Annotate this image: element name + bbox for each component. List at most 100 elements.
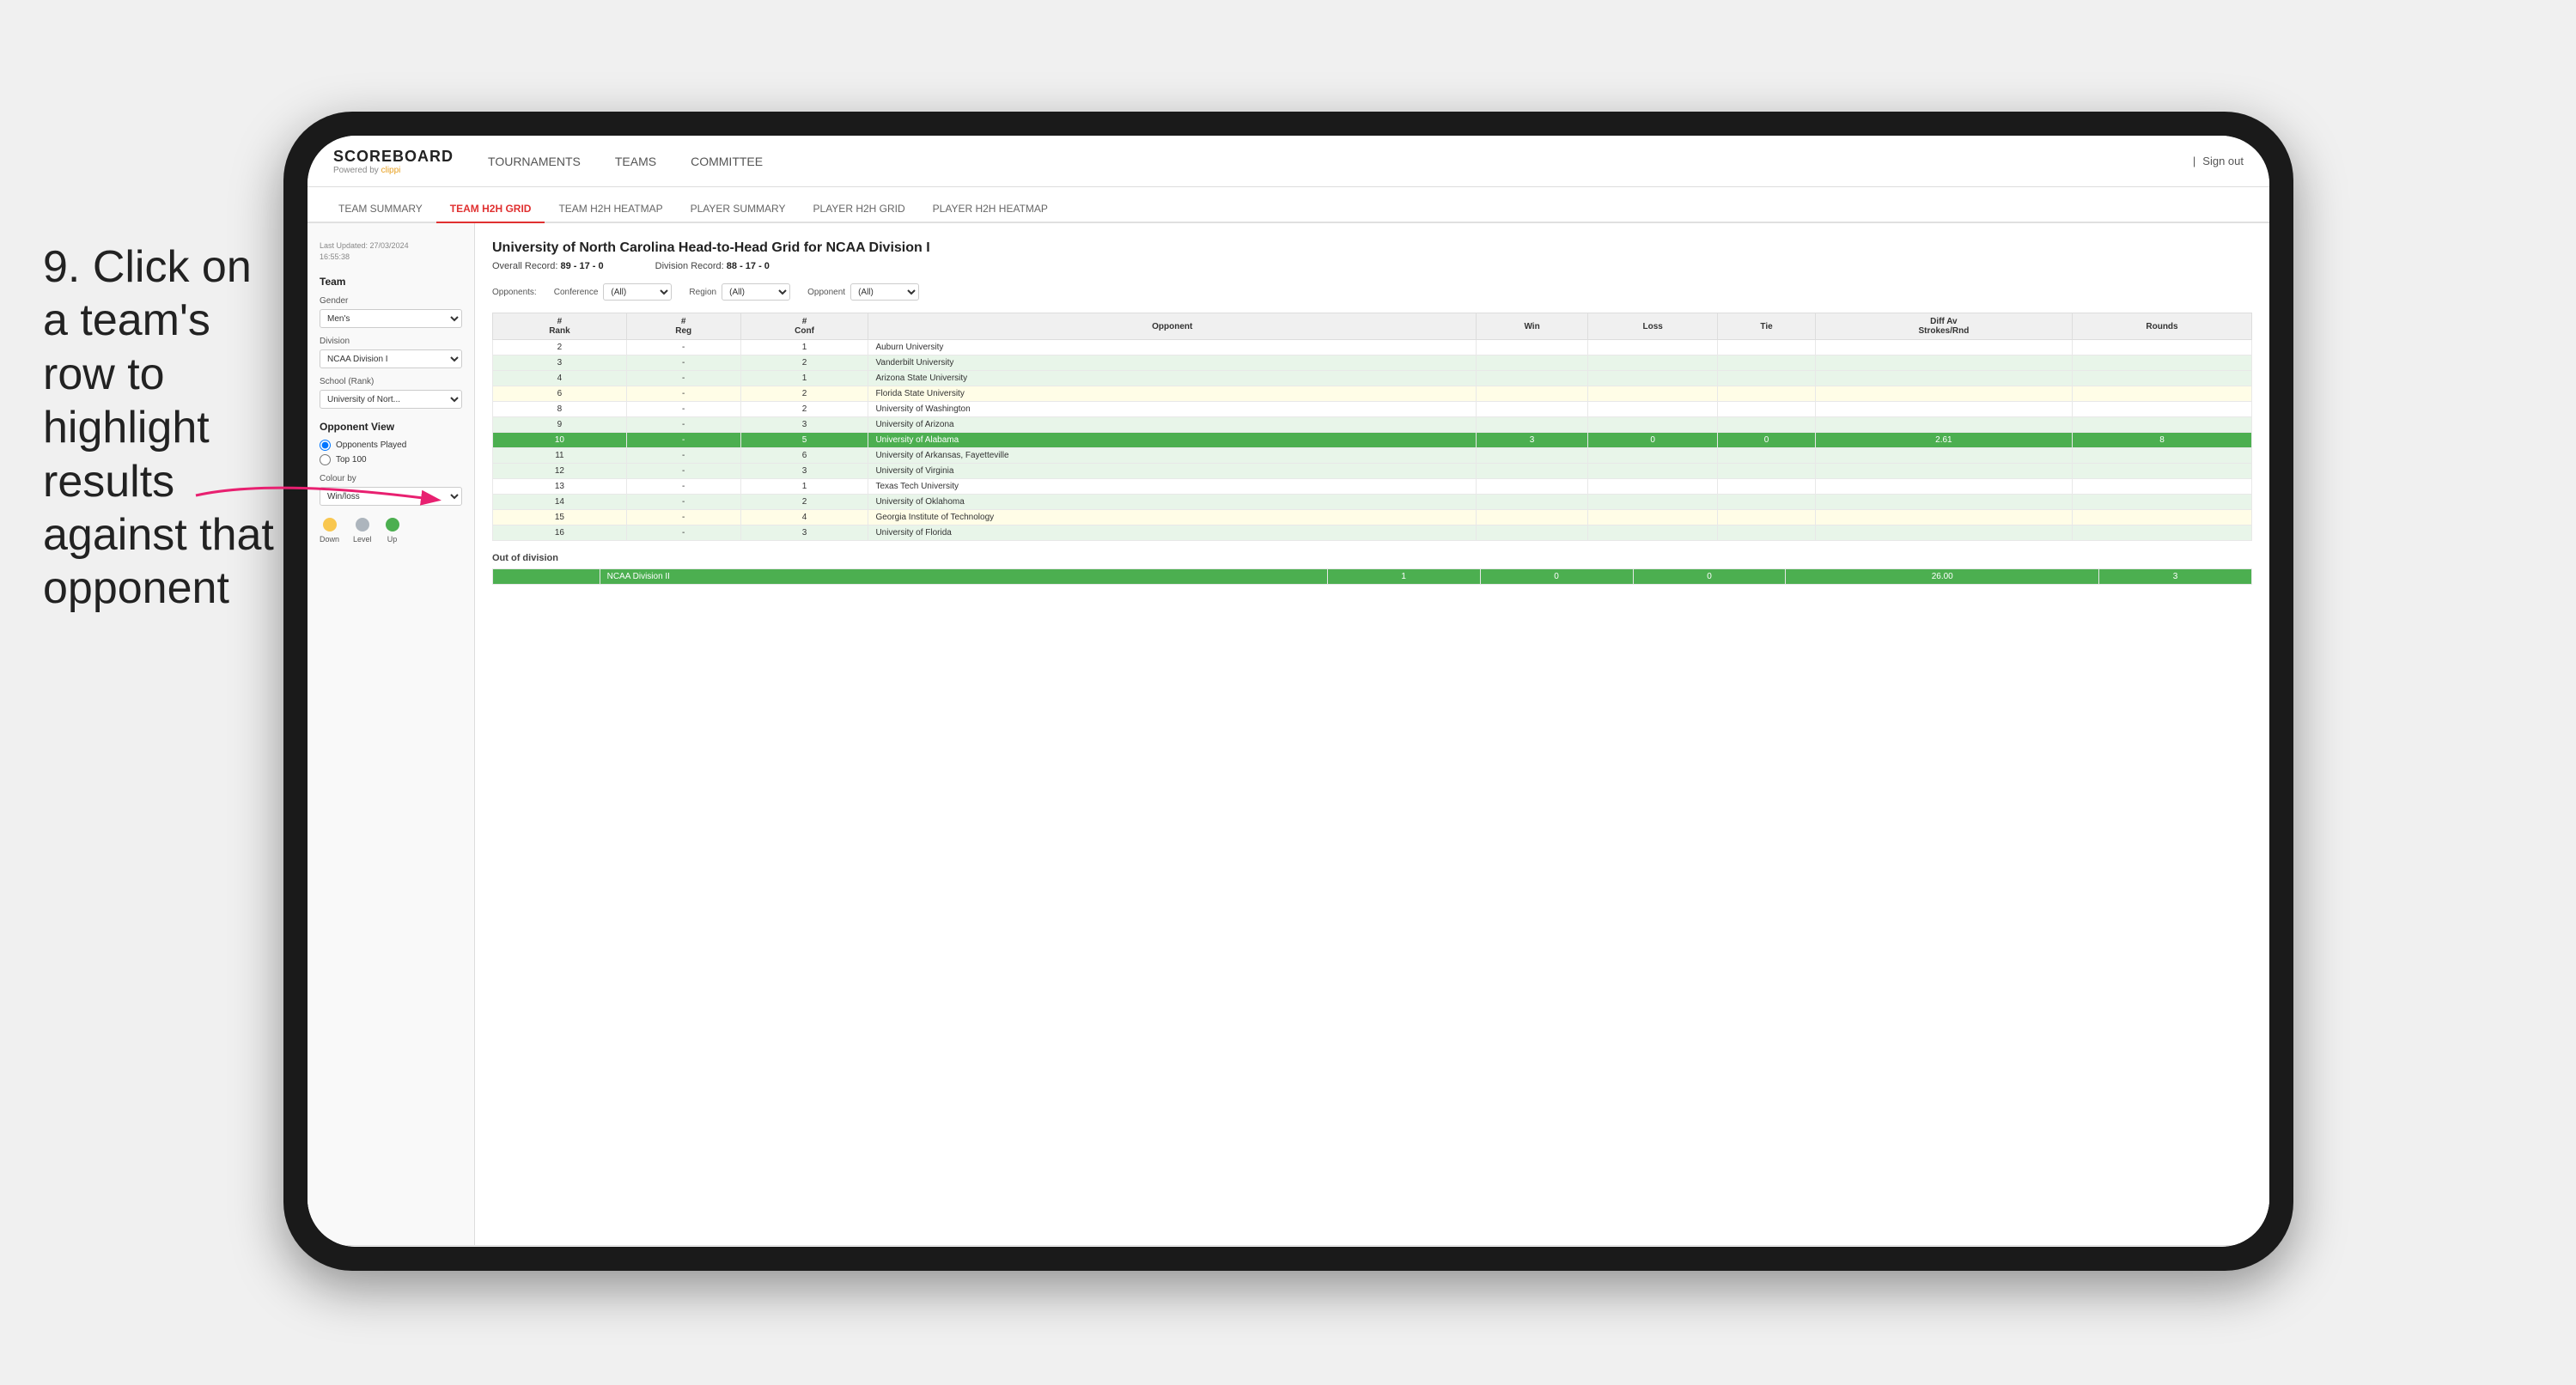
table-row[interactable]: 4-1Arizona State University: [493, 371, 2252, 386]
table-row[interactable]: 2-1Auburn University: [493, 340, 2252, 355]
cell-conf: 2: [740, 402, 868, 417]
conference-filter-select[interactable]: (All): [603, 283, 672, 301]
table-row[interactable]: 16-3University of Florida: [493, 525, 2252, 541]
cell-conf: 1: [740, 340, 868, 355]
opponent-filter-select[interactable]: (All): [850, 283, 919, 301]
cell-tie: [1718, 495, 1816, 510]
cell-opponent: University of Oklahoma: [868, 495, 1477, 510]
cell-win: [1477, 402, 1588, 417]
nav-committee[interactable]: COMMITTEE: [691, 151, 763, 172]
cell-diff: [1815, 340, 2072, 355]
nav-teams[interactable]: TEAMS: [615, 151, 656, 172]
cell-opponent: Georgia Institute of Technology: [868, 510, 1477, 525]
col-loss: Loss: [1588, 313, 1718, 340]
division-table: NCAA Division II 1 0 0 26.00 3: [492, 568, 2252, 585]
table-row[interactable]: 6-2Florida State University: [493, 386, 2252, 402]
cell-rank: 15: [493, 510, 627, 525]
filter-region: Region (All): [689, 283, 790, 301]
cell-reg: -: [626, 464, 740, 479]
cell-conf: 2: [740, 355, 868, 371]
tab-team-h2h-grid[interactable]: TEAM H2H GRID: [436, 196, 545, 223]
table-row[interactable]: 9-3University of Arizona: [493, 417, 2252, 433]
right-panel: University of North Carolina Head-to-Hea…: [475, 223, 2269, 1245]
table-row[interactable]: 13-1Texas Tech University: [493, 479, 2252, 495]
cell-loss: [1588, 510, 1718, 525]
radio-opponents-played[interactable]: Opponents Played: [320, 440, 462, 451]
cell-conf: 5: [740, 433, 868, 448]
tab-team-summary[interactable]: TEAM SUMMARY: [325, 196, 436, 223]
cell-win: [1477, 417, 1588, 433]
tab-player-h2h-grid[interactable]: PLAYER H2H GRID: [800, 196, 919, 223]
tab-team-h2h-heatmap[interactable]: TEAM H2H HEATMAP: [545, 196, 676, 223]
cell-loss: [1588, 371, 1718, 386]
table-row[interactable]: 14-2University of Oklahoma: [493, 495, 2252, 510]
cell-win: [1477, 448, 1588, 464]
sidebar-timestamp: Last Updated: 27/03/2024 16:55:38: [320, 240, 462, 262]
top-nav: SCOREBOARD Powered by clippi TOURNAMENTS…: [308, 136, 2269, 187]
table-row[interactable]: 15-4Georgia Institute of Technology: [493, 510, 2252, 525]
cell-tie: [1718, 479, 1816, 495]
cell-opponent: Arizona State University: [868, 371, 1477, 386]
logo-brand: clippi: [381, 166, 401, 175]
cell-win: [1477, 371, 1588, 386]
cell-rounds: [2072, 510, 2251, 525]
radio-top100[interactable]: Top 100: [320, 454, 462, 465]
sign-in-link[interactable]: Sign out: [2202, 155, 2244, 167]
sidebar-division-select[interactable]: NCAA Division I: [320, 349, 462, 368]
table-row[interactable]: 3-2Vanderbilt University: [493, 355, 2252, 371]
nav-sign-in: | Sign out: [2193, 155, 2244, 167]
cell-opponent: University of Alabama: [868, 433, 1477, 448]
cell-rank: 8: [493, 402, 627, 417]
cell-loss: [1588, 355, 1718, 371]
cell-rank: 6: [493, 386, 627, 402]
table-row-division[interactable]: NCAA Division II 1 0 0 26.00 3: [493, 569, 2252, 585]
cell-diff: [1815, 402, 2072, 417]
cell-loss: 0: [1588, 433, 1718, 448]
region-filter-select[interactable]: (All): [722, 283, 790, 301]
logo-scoreboard: SCOREBOARD: [333, 148, 454, 166]
cell-conf: 3: [740, 464, 868, 479]
cell-loss: [1588, 464, 1718, 479]
table-row[interactable]: 11-6University of Arkansas, Fayetteville: [493, 448, 2252, 464]
cell-opponent: University of Washington: [868, 402, 1477, 417]
cell-loss: [1588, 448, 1718, 464]
cell-opponent: Texas Tech University: [868, 479, 1477, 495]
tab-player-summary[interactable]: PLAYER SUMMARY: [677, 196, 800, 223]
cell-win: [1477, 355, 1588, 371]
cell-rounds: [2072, 479, 2251, 495]
cell-tie: [1718, 371, 1816, 386]
table-row[interactable]: 12-3University of Virginia: [493, 464, 2252, 479]
cell-rounds: [2072, 371, 2251, 386]
cell-rank: 3: [493, 355, 627, 371]
table-row[interactable]: 10-5University of Alabama3002.618: [493, 433, 2252, 448]
cell-reg: -: [626, 448, 740, 464]
arrow-annotation: [187, 470, 462, 521]
cell-loss: [1588, 495, 1718, 510]
overall-record: Overall Record: 89 - 17 - 0: [492, 261, 604, 271]
cell-diff: [1815, 386, 2072, 402]
cell-conf: 1: [740, 371, 868, 386]
cell-tie: [1718, 340, 1816, 355]
nav-tournaments[interactable]: TOURNAMENTS: [488, 151, 581, 172]
sidebar-gender-select[interactable]: Men's: [320, 309, 462, 328]
tab-player-h2h-heatmap[interactable]: PLAYER H2H HEATMAP: [919, 196, 1062, 223]
cell-conf: 2: [740, 386, 868, 402]
cell-rounds: [2072, 448, 2251, 464]
cell-diff: [1815, 525, 2072, 541]
cell-opponent: Florida State University: [868, 386, 1477, 402]
cell-opponent: University of Virginia: [868, 464, 1477, 479]
cell-reg: -: [626, 510, 740, 525]
cell-diff: 2.61: [1815, 433, 2072, 448]
col-diff: Diff AvStrokes/Rnd: [1815, 313, 2072, 340]
cell-tie: [1718, 386, 1816, 402]
cell-reg: -: [626, 371, 740, 386]
cell-win: [1477, 340, 1588, 355]
cell-conf: 1: [740, 479, 868, 495]
cell-opponent: University of Arizona: [868, 417, 1477, 433]
sidebar-opponent-view: Opponent View Opponents Played Top 100: [320, 421, 462, 465]
cell-diff: [1815, 448, 2072, 464]
sidebar-school-select[interactable]: University of Nort...: [320, 390, 462, 409]
table-row[interactable]: 8-2University of Washington: [493, 402, 2252, 417]
cell-rounds: [2072, 495, 2251, 510]
cell-rank: 14: [493, 495, 627, 510]
